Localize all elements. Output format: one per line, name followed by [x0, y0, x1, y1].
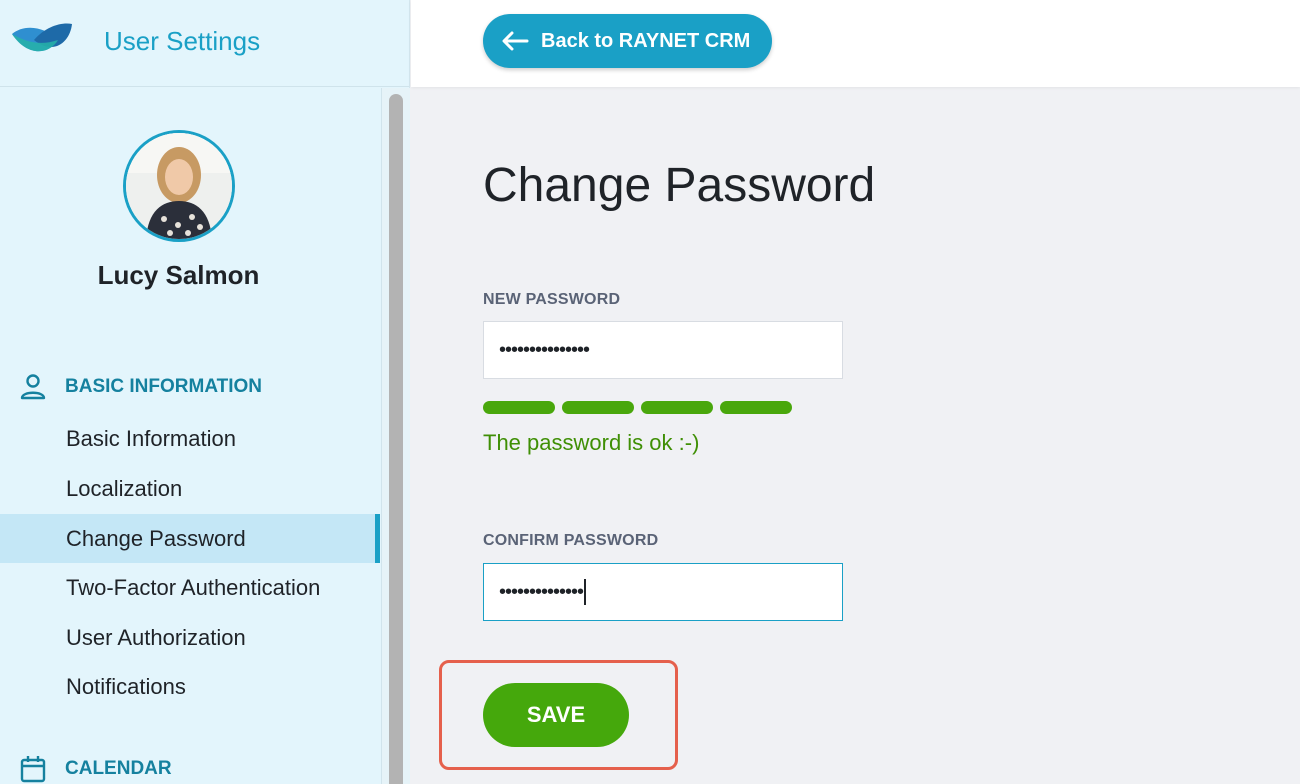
user-name: Lucy Salmon	[97, 260, 260, 290]
section-basic-information[interactable]: BASIC INFORMATION	[18, 372, 262, 402]
strength-segment	[483, 401, 555, 414]
back-button-label: Back to RAYNET CRM	[541, 29, 751, 52]
top-bar: Back to RAYNET CRM	[411, 0, 1300, 87]
confirm-password-field[interactable]: ••••••••••••••	[483, 563, 843, 621]
new-password-value: •••••••••••••••	[499, 338, 590, 361]
sidebar-scroll-area: Lucy Salmon BASIC INFORMATION Basic Info…	[0, 88, 380, 784]
strength-segment	[641, 401, 713, 414]
strength-segment	[562, 401, 634, 414]
person-icon	[20, 374, 46, 400]
confirm-password-value: ••••••••••••••	[499, 580, 584, 603]
page-title: Change Password	[483, 159, 876, 212]
calendar-icon	[20, 756, 46, 783]
sidebar: User Settings Lucy Salmon BASIC INFORMAT…	[0, 0, 410, 784]
sidebar-item-localization[interactable]: Localization	[0, 464, 380, 513]
new-password-label: NEW PASSWORD	[483, 291, 621, 308]
section-label: BASIC INFORMATION	[65, 376, 263, 397]
arrow-left-icon	[502, 31, 529, 51]
scrollbar-thumb[interactable]	[389, 94, 403, 784]
sidebar-item-basic-information[interactable]: Basic Information	[0, 414, 380, 463]
section-calendar[interactable]: CALENDAR	[18, 754, 172, 784]
confirm-password-label: CONFIRM PASSWORD	[483, 532, 659, 549]
sidebar-item-two-factor-authentication[interactable]: Two-Factor Authentication	[0, 563, 380, 612]
new-password-field[interactable]: •••••••••••••••	[483, 321, 843, 379]
text-caret	[584, 579, 587, 605]
raynet-logo-icon[interactable]	[10, 20, 72, 60]
brand-header: User Settings	[0, 0, 409, 87]
save-button[interactable]: SAVE	[483, 683, 629, 747]
password-strength-message: The password is ok :-)	[483, 430, 700, 455]
password-strength-meter	[483, 401, 792, 414]
sidebar-item-change-password[interactable]: Change Password	[0, 514, 380, 563]
app-title: User Settings	[104, 26, 261, 56]
sidebar-scrollbar[interactable]	[381, 88, 410, 784]
sidebar-item-user-authorization[interactable]: User Authorization	[0, 613, 380, 662]
sidebar-item-notifications[interactable]: Notifications	[0, 662, 380, 711]
strength-segment	[720, 401, 792, 414]
back-to-crm-button[interactable]: Back to RAYNET CRM	[483, 14, 772, 68]
avatar	[123, 130, 235, 242]
section-label: CALENDAR	[65, 758, 172, 779]
